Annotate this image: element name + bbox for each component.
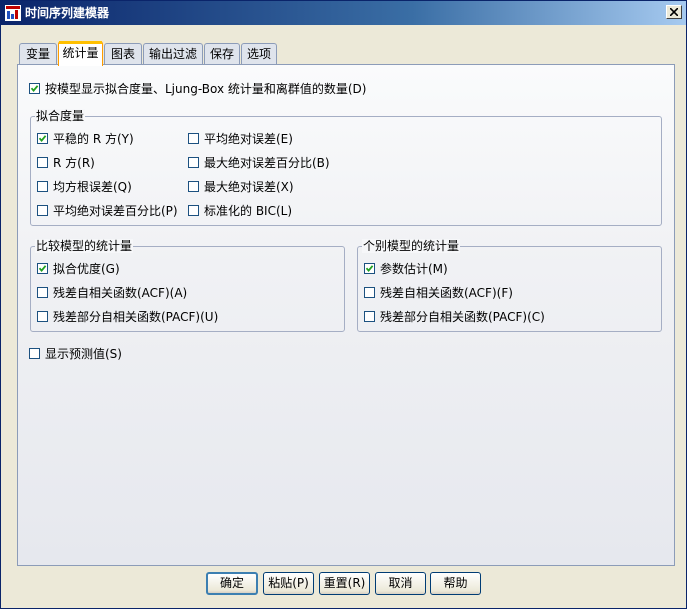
checkbox-box[interactable]: [37, 263, 48, 274]
checkmark-icon: [38, 265, 47, 272]
checkbox-box[interactable]: [37, 311, 48, 322]
tab-save[interactable]: 保存: [204, 43, 240, 65]
checkmark-icon: [30, 85, 39, 92]
individual-models-group: 个别模型的统计量 参数估计(M) 残差自相关函数(ACF)(F) 残差部分自相关…: [357, 239, 662, 332]
checkbox-box[interactable]: [188, 205, 199, 216]
tab-statistics[interactable]: 统计量: [58, 41, 103, 66]
checkbox-box[interactable]: [37, 133, 48, 144]
group-title: 拟合度量: [35, 109, 86, 123]
checkbox-box[interactable]: [37, 157, 48, 168]
checkbox-box[interactable]: [188, 181, 199, 192]
tab-plots[interactable]: 图表: [104, 43, 142, 65]
dialog-window: 时间序列建模器 变量 统计量 图表 输出过滤 保存 选项 按模型显示拟合度量、L…: [0, 0, 687, 609]
title-bar[interactable]: 时间序列建模器: [1, 1, 686, 25]
tab-output-filter[interactable]: 输出过滤: [143, 43, 203, 65]
close-button[interactable]: [666, 5, 682, 19]
checkbox-box[interactable]: [29, 348, 40, 359]
fit-measures-group: 拟合度量 平稳的 R 方(Y) R 方(R) 均方根误差(Q) 平均绝对误差百分…: [30, 109, 662, 226]
checkmark-icon: [38, 135, 47, 142]
close-icon: [670, 8, 678, 16]
statistics-panel: 按模型显示拟合度量、Ljung-Box 统计量和离群值的数量(D) 拟合度量 平…: [17, 64, 675, 566]
checkbox-box[interactable]: [37, 205, 48, 216]
checkbox-box[interactable]: [188, 157, 199, 168]
checkbox-box[interactable]: [188, 133, 199, 144]
tab-options[interactable]: 选项: [241, 43, 277, 65]
checkbox-box[interactable]: [29, 83, 40, 94]
group-title: 比较模型的统计量: [35, 239, 134, 253]
window-title: 时间序列建模器: [25, 6, 110, 20]
app-icon: [5, 5, 21, 21]
checkbox-box[interactable]: [37, 181, 48, 192]
reset-button[interactable]: 重置(R): [319, 572, 370, 595]
checkbox-box[interactable]: [364, 287, 375, 298]
tab-variables[interactable]: 变量: [19, 43, 57, 65]
help-button[interactable]: 帮助: [430, 572, 481, 595]
checkmark-icon: [365, 265, 374, 272]
compare-models-group: 比较模型的统计量 拟合优度(G) 残差自相关函数(ACF)(A) 残差部分自相关…: [30, 239, 345, 332]
checkbox-box[interactable]: [364, 263, 375, 274]
paste-button[interactable]: 粘贴(P): [263, 572, 314, 595]
checkbox-box[interactable]: [37, 287, 48, 298]
ok-button[interactable]: 确定: [206, 572, 258, 595]
group-title: 个别模型的统计量: [362, 239, 461, 253]
cancel-button[interactable]: 取消: [375, 572, 426, 595]
checkbox-box[interactable]: [364, 311, 375, 322]
